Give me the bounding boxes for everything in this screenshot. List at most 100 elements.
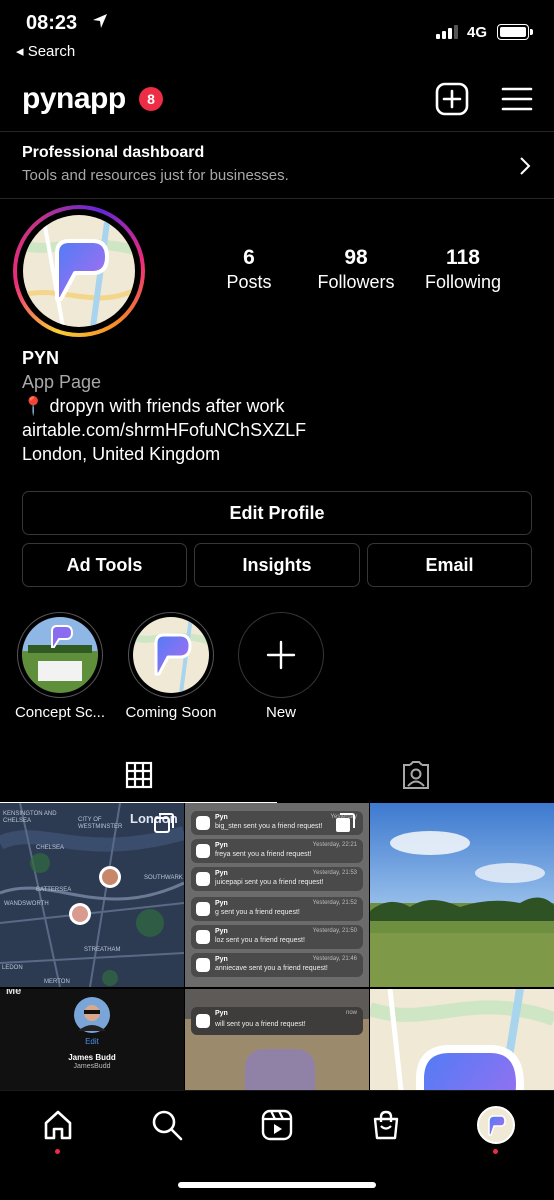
map-place-label: SOUTHWARK: [144, 875, 183, 881]
post-lockscreen[interactable]: Pyn will sent you a friend request! now: [185, 989, 369, 1090]
map-place-label: LEDON: [2, 965, 23, 971]
bio-line: 📍 dropyn with friends after work: [22, 394, 306, 418]
highlight-label: New: [265, 704, 296, 721]
home-icon: [44, 1110, 72, 1140]
posts-stat[interactable]: 6 Posts: [214, 246, 284, 293]
posts-label: Posts: [226, 272, 272, 292]
highlight-label: Concept Sc...: [14, 704, 106, 721]
notification-item: Pyn g sent you a friend request! Yesterday…: [191, 897, 363, 921]
edit-profile-button[interactable]: Edit Profile: [22, 491, 532, 535]
search-icon: [152, 1110, 183, 1141]
map-place-label: CHELSEA: [36, 845, 65, 851]
new-highlight-button[interactable]: New: [233, 612, 329, 721]
profile-link[interactable]: airtable.com/shrmHFofuNChSXZLF: [22, 418, 306, 442]
notification-time: Yesterday, 21:50: [312, 928, 357, 934]
notification-text: juicepapi sent you a friend request!: [215, 879, 324, 886]
notification-time: Yesterday, 21:46: [312, 956, 357, 962]
battery-icon: [497, 24, 533, 40]
post-park-photo[interactable]: [370, 803, 554, 987]
highlight-thumbnail: [22, 617, 98, 693]
profile-header: pynapp 8: [0, 78, 554, 122]
nav-shop[interactable]: [366, 1105, 406, 1145]
nav-home[interactable]: [38, 1105, 78, 1145]
pyn-logo-icon: [370, 989, 554, 1090]
highlight-concept[interactable]: Concept Sc...: [12, 612, 108, 721]
email-button[interactable]: Email: [367, 543, 532, 587]
user-avatar: [74, 997, 110, 1033]
menu-icon[interactable]: [500, 82, 534, 116]
post-map[interactable]: London KENSINGTON AND CHELSEA CITY OF WE…: [0, 803, 184, 987]
notification-item: Pyn juicepapi sent you a friend request! Y…: [191, 867, 363, 891]
map-place-label: MERTON: [44, 979, 70, 985]
followers-label: Followers: [317, 272, 395, 292]
nav-search[interactable]: [147, 1105, 187, 1145]
profile-location: London, United Kingdom: [22, 444, 221, 464]
tab-posts-grid[interactable]: [0, 748, 277, 803]
notification-app: Pyn: [215, 814, 228, 821]
following-stat[interactable]: 118 Following: [416, 246, 510, 293]
plus-icon: [266, 640, 296, 670]
map-place-label: KENSINGTON AND CHELSEA: [3, 811, 57, 824]
post-me-screen[interactable]: Me Edit James Budd JamesBudd: [0, 989, 184, 1090]
map-place-label: STREATHAM: [84, 947, 121, 953]
bio-text: dropyn with friends after work: [49, 396, 285, 416]
notification-time: Yesterday, 22:21: [312, 842, 357, 848]
notification-text: g sent you a friend request!: [215, 909, 300, 916]
notification-item: Pyn loz sent you a friend request! Yesterd…: [191, 925, 363, 949]
account-username[interactable]: pynapp: [22, 82, 126, 116]
profile-avatar[interactable]: [13, 205, 145, 337]
profile-bio: PYN App Page 📍 dropyn with friends after…: [22, 346, 306, 466]
pyn-logo-icon: [133, 617, 209, 693]
carousel-icon: [336, 813, 355, 832]
post-logo[interactable]: [370, 989, 554, 1090]
professional-dashboard[interactable]: Professional dashboard Tools and resourc…: [0, 131, 554, 199]
notification-app: Pyn: [215, 842, 228, 849]
notification-text: big_sten sent you a friend request!: [215, 823, 323, 830]
pyn-logo-icon: [23, 215, 135, 327]
followers-stat[interactable]: 98 Followers: [310, 246, 402, 293]
me-name: James Budd: [68, 1053, 116, 1062]
profile-avatar-icon: [477, 1106, 515, 1144]
profile-category: App Page: [22, 372, 102, 392]
posts-grid: London KENSINGTON AND CHELSEA CITY OF WE…: [0, 803, 554, 1090]
notification-item: Pyn will sent you a friend request! now: [191, 1007, 363, 1035]
carousel-icon: [154, 813, 174, 833]
create-post-icon[interactable]: [435, 82, 469, 116]
location-arrow-icon: [93, 14, 107, 28]
profile-notification-dot: [493, 1149, 498, 1154]
network-type: 4G: [467, 24, 488, 41]
notification-text: loz sent you a friend request!: [215, 937, 305, 944]
notification-app: Pyn: [215, 900, 228, 907]
posts-count: 6: [243, 246, 255, 269]
home-notification-dot: [55, 1149, 60, 1154]
map-place-label: BATTERSEA: [36, 887, 72, 893]
ad-tools-button[interactable]: Ad Tools: [22, 543, 187, 587]
me-handle: JamesBudd: [73, 1063, 111, 1070]
followers-count: 98: [344, 246, 368, 269]
nav-profile[interactable]: [476, 1105, 516, 1145]
shopping-bag-icon: [373, 1110, 399, 1140]
notification-time: Yesterday, 21:52: [312, 900, 357, 906]
tab-tagged[interactable]: [277, 748, 554, 803]
dashboard-subtitle: Tools and resources just for businesses.: [22, 167, 289, 184]
nav-reels[interactable]: [257, 1105, 297, 1145]
following-count: 118: [446, 246, 480, 269]
highlight-coming-soon[interactable]: Coming Soon: [123, 612, 219, 721]
notification-badge: 8: [139, 87, 163, 111]
notification-text: anniecave sent you a friend request!: [215, 965, 328, 972]
map-place-label: CITY OF WESTMINSTER: [78, 817, 123, 830]
notification-app: Pyn: [215, 1010, 228, 1017]
notification-app: Pyn: [215, 956, 228, 963]
home-indicator: [178, 1182, 376, 1188]
back-to-search-link[interactable]: ◂ Search: [16, 42, 75, 60]
notification-time: now: [345, 1010, 357, 1016]
status-time: 08:23: [26, 12, 78, 34]
dashboard-title: Professional dashboard: [22, 144, 205, 161]
insights-button[interactable]: Insights: [194, 543, 360, 587]
post-notifications[interactable]: Pyn big_sten sent you a friend request! Ye…: [185, 803, 369, 987]
pin-icon: 📍: [22, 396, 45, 416]
notification-item: Pyn anniecave sent you a friend request! Y…: [191, 953, 363, 977]
highlight-label: Coming Soon: [125, 704, 217, 721]
profile-name: PYN: [22, 348, 60, 368]
me-edit-link: Edit: [85, 1037, 99, 1046]
